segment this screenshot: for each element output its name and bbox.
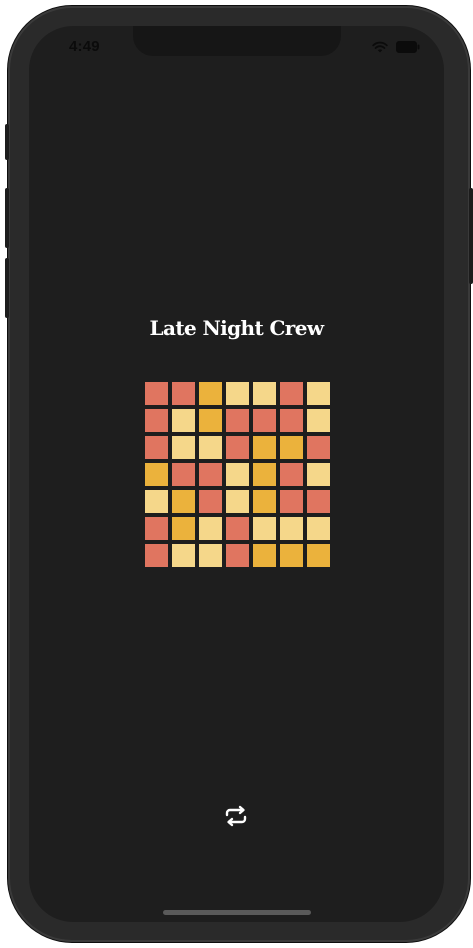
grid-cell	[307, 409, 330, 432]
repeat-button[interactable]	[221, 805, 251, 832]
color-grid	[145, 382, 330, 567]
power-button	[469, 188, 473, 284]
grid-cell	[145, 544, 168, 567]
grid-cell	[226, 490, 249, 513]
grid-cell	[253, 436, 276, 459]
grid-cell	[226, 382, 249, 405]
battery-icon	[396, 40, 420, 58]
grid-cell	[199, 490, 222, 513]
grid-cell	[307, 463, 330, 486]
grid-cell	[253, 517, 276, 540]
grid-cell	[199, 544, 222, 567]
grid-cell	[280, 463, 303, 486]
grid-cell	[253, 382, 276, 405]
grid-cell	[253, 463, 276, 486]
volume-up-button	[5, 188, 9, 248]
grid-cell	[226, 544, 249, 567]
page-title: Late Night Crew	[149, 316, 325, 340]
notch	[133, 26, 341, 56]
grid-cell	[280, 436, 303, 459]
home-indicator[interactable]	[163, 910, 311, 915]
status-time: 4:49	[69, 38, 100, 55]
grid-cell	[280, 490, 303, 513]
grid-cell	[226, 436, 249, 459]
grid-cell	[145, 409, 168, 432]
grid-cell	[226, 517, 249, 540]
grid-cell	[172, 382, 195, 405]
grid-cell	[199, 409, 222, 432]
grid-cell	[307, 490, 330, 513]
status-icons	[372, 40, 420, 58]
grid-cell	[145, 436, 168, 459]
grid-cell	[199, 517, 222, 540]
grid-cell	[199, 436, 222, 459]
grid-cell	[172, 436, 195, 459]
grid-cell	[226, 409, 249, 432]
grid-cell	[199, 463, 222, 486]
grid-cell	[172, 490, 195, 513]
grid-cell	[307, 517, 330, 540]
grid-cell	[280, 544, 303, 567]
grid-cell	[253, 490, 276, 513]
grid-cell	[172, 409, 195, 432]
volume-down-button	[5, 258, 9, 318]
grid-cell	[145, 382, 168, 405]
grid-cell	[145, 517, 168, 540]
grid-cell	[253, 409, 276, 432]
grid-cell	[280, 409, 303, 432]
grid-cell	[172, 517, 195, 540]
wifi-icon	[372, 40, 388, 58]
grid-cell	[253, 544, 276, 567]
silent-switch	[5, 124, 9, 160]
grid-cell	[199, 382, 222, 405]
grid-cell	[145, 463, 168, 486]
grid-cell	[172, 463, 195, 486]
grid-cell	[226, 463, 249, 486]
grid-cell	[280, 382, 303, 405]
grid-cell	[307, 382, 330, 405]
app-screen: 4:49 Late Night Crew	[29, 26, 444, 922]
grid-cell	[172, 544, 195, 567]
repeat-icon	[224, 805, 248, 832]
grid-cell	[307, 544, 330, 567]
grid-cell	[145, 490, 168, 513]
grid-cell	[307, 436, 330, 459]
grid-cell	[280, 517, 303, 540]
